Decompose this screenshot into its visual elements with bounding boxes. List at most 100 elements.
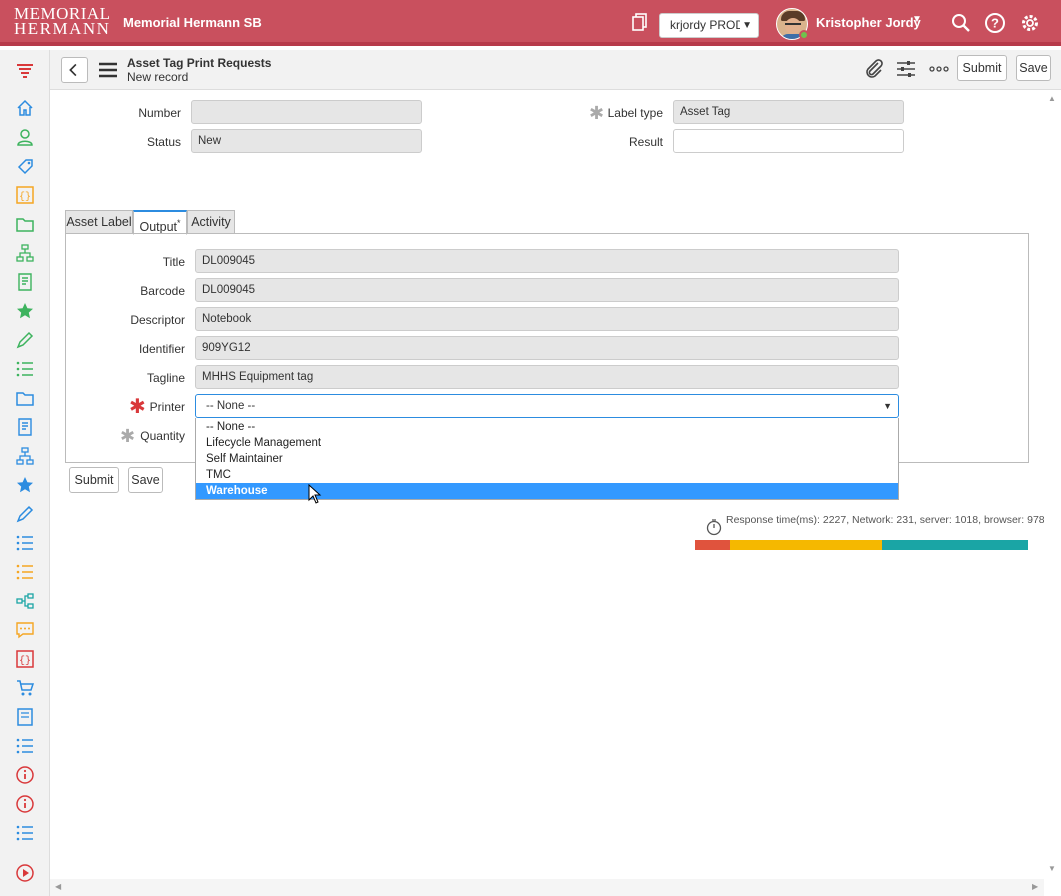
printer-select[interactable]: -- None -- ▼: [195, 394, 899, 418]
tag-icon[interactable]: [14, 155, 36, 177]
number-label: Number: [138, 106, 181, 120]
info-icon[interactable]: [14, 793, 36, 815]
hamburger-menu-icon[interactable]: [98, 60, 118, 80]
descriptor-label: Descriptor: [130, 313, 185, 327]
pencil-icon[interactable]: [14, 329, 36, 351]
paperclip-icon[interactable]: [863, 58, 885, 80]
list-icon[interactable]: [14, 561, 36, 583]
cart-icon[interactable]: [14, 677, 36, 699]
svg-text:?: ?: [991, 16, 999, 31]
title-field[interactable]: DL009045: [195, 249, 899, 273]
quantity-label: Quantity: [140, 429, 185, 443]
document-icon[interactable]: [14, 271, 36, 293]
status-field[interactable]: New: [191, 129, 422, 153]
printer-option-highlighted[interactable]: Warehouse: [196, 483, 898, 499]
printer-option[interactable]: -- None --: [196, 419, 898, 435]
horizontal-scrollbar[interactable]: ◀ ▶: [50, 879, 1044, 896]
tab-output[interactable]: Output*: [133, 210, 187, 235]
gear-icon[interactable]: [1019, 12, 1041, 34]
pencil-icon[interactable]: [14, 503, 36, 525]
help-icon[interactable]: ?: [984, 12, 1006, 34]
server-icon[interactable]: [14, 706, 36, 728]
scroll-up-icon[interactable]: ▲: [1048, 94, 1056, 103]
submit-button-bottom[interactable]: Submit: [69, 467, 119, 493]
result-field[interactable]: [673, 129, 904, 153]
label-type-label: Label type: [607, 106, 663, 120]
scroll-right-icon[interactable]: ▶: [1032, 882, 1038, 891]
script-braces-icon[interactable]: {}: [14, 648, 36, 670]
scroll-down-icon[interactable]: ▼: [1048, 864, 1056, 873]
stopwatch-icon: [706, 519, 722, 536]
printer-option[interactable]: Self Maintainer: [196, 451, 898, 467]
tab-asset-label[interactable]: Asset Label: [65, 210, 133, 234]
user-menu-caret-icon[interactable]: ▼: [912, 14, 922, 25]
document-icon[interactable]: [14, 416, 36, 438]
printer-dropdown-list[interactable]: -- None -- Lifecycle Management Self Mai…: [195, 418, 899, 500]
chevron-down-icon: ▼: [883, 401, 892, 411]
more-options-icon[interactable]: [928, 58, 950, 80]
form-subtitle: New record: [127, 70, 189, 84]
list-icon[interactable]: [14, 358, 36, 380]
response-time-text: Response time(ms): 2227, Network: 231, s…: [726, 514, 1045, 526]
back-button[interactable]: [61, 57, 88, 83]
identifier-label: Identifier: [138, 342, 185, 356]
search-icon[interactable]: [950, 12, 972, 34]
barcode-field[interactable]: DL009045: [195, 278, 899, 302]
hierarchy-icon[interactable]: [14, 445, 36, 467]
list-icon[interactable]: [14, 532, 36, 554]
identifier-field[interactable]: 909YG12: [195, 336, 899, 360]
status-label: Status: [146, 135, 181, 149]
scroll-left-icon[interactable]: ◀: [55, 882, 61, 891]
form-title: Asset Tag Print Requests: [127, 56, 272, 70]
chevron-down-icon: ▼: [740, 14, 752, 37]
user-name[interactable]: Kristopher Jordy: [816, 15, 921, 30]
folder-icon[interactable]: [14, 387, 36, 409]
printer-select-value: -- None --: [206, 400, 256, 412]
script-braces-icon[interactable]: {}: [14, 184, 36, 206]
instance-select-value: krjordy PROD: [670, 18, 745, 32]
filter-icon[interactable]: [14, 61, 36, 83]
top-header: MEMORIAL HERMANN Memorial Hermann SB krj…: [0, 0, 1061, 46]
logo-line2: HERMANN: [14, 19, 111, 38]
mandatory-indicator-icon: ✱: [589, 103, 605, 123]
tab-activity[interactable]: Activity: [187, 210, 235, 234]
vertical-scrollbar[interactable]: ▲ ▼: [1044, 90, 1061, 880]
list-icon[interactable]: [14, 822, 36, 844]
barcode-label: Barcode: [140, 284, 185, 298]
server-time-bar: [729, 540, 882, 550]
folder-icon[interactable]: [14, 213, 36, 235]
hierarchy-icon[interactable]: [14, 242, 36, 264]
tagline-label: Tagline: [146, 371, 185, 385]
save-button-bottom[interactable]: Save: [128, 467, 163, 493]
settings-sliders-icon[interactable]: [895, 58, 917, 80]
info-icon[interactable]: [14, 764, 36, 786]
required-indicator-icon: ✱: [129, 396, 146, 418]
memorial-hermann-logo[interactable]: MEMORIAL HERMANN: [14, 5, 114, 41]
chat-icon[interactable]: [14, 619, 36, 641]
instance-select[interactable]: krjordy PROD ▼: [659, 13, 759, 38]
printer-option[interactable]: Lifecycle Management: [196, 435, 898, 451]
printer-label: Printer: [149, 400, 185, 414]
submit-button[interactable]: Submit: [957, 55, 1007, 81]
save-button[interactable]: Save: [1016, 55, 1051, 81]
left-navigation: {} {}: [0, 50, 50, 896]
tagline-field[interactable]: MHHS Equipment tag: [195, 365, 899, 389]
user-icon[interactable]: [14, 126, 36, 148]
workflow-icon[interactable]: [14, 590, 36, 612]
mandatory-indicator-icon: ✱: [120, 426, 136, 446]
mouse-cursor-icon: [308, 484, 322, 504]
svg-text:{}: {}: [19, 191, 31, 203]
play-icon[interactable]: [14, 862, 36, 884]
browser-time-bar: [881, 540, 1028, 550]
star-icon[interactable]: [14, 474, 36, 496]
list-icon[interactable]: [14, 735, 36, 757]
result-label: Result: [628, 135, 663, 149]
label-type-field[interactable]: Asset Tag: [673, 100, 904, 124]
title-label: Title: [162, 255, 185, 269]
number-field[interactable]: [191, 100, 422, 124]
home-icon[interactable]: [14, 97, 36, 119]
star-icon[interactable]: [14, 300, 36, 322]
descriptor-field[interactable]: Notebook: [195, 307, 899, 331]
documents-icon[interactable]: [632, 13, 648, 31]
printer-option[interactable]: TMC: [196, 467, 898, 483]
